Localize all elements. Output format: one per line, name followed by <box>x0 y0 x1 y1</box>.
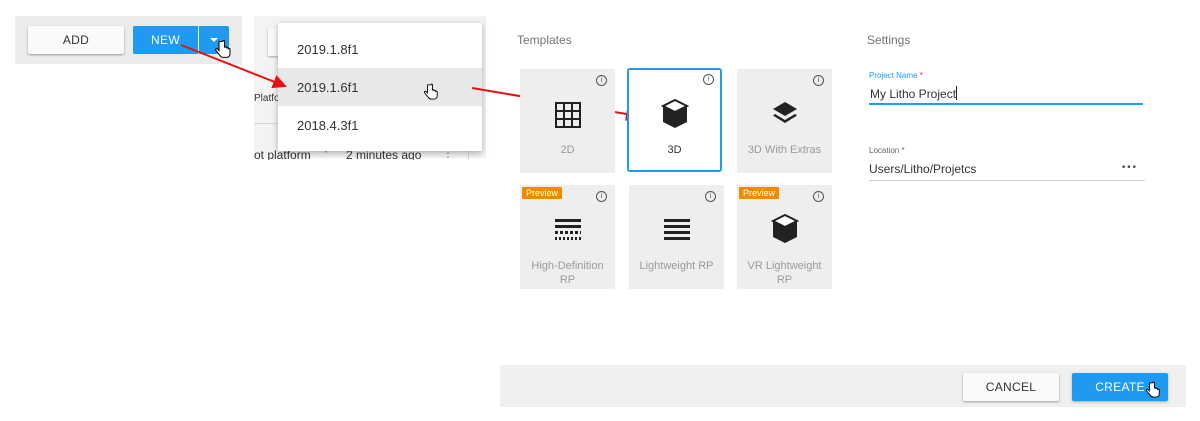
project-name-label: Project Name * <box>869 71 923 80</box>
location-label-text: Location <box>869 146 900 155</box>
lines-icon <box>663 219 690 240</box>
info-icon[interactable]: i <box>596 75 607 86</box>
settings-title: Settings <box>867 33 911 47</box>
templates-title: Templates <box>517 33 572 47</box>
template-tile-2d[interactable]: i 2D <box>520 69 615 173</box>
template-tile-high-definition-rp[interactable]: Preview i High-Definition RP <box>520 185 615 289</box>
required-marker: * <box>919 71 923 80</box>
cube-icon <box>660 98 689 128</box>
template-tile-3d[interactable]: i 3D <box>627 68 722 172</box>
template-label: 2D <box>560 144 575 156</box>
info-icon[interactable]: i <box>813 191 824 202</box>
project-name-label-text: Project Name <box>869 71 918 80</box>
info-icon[interactable]: i <box>703 74 714 85</box>
template-label: 3D <box>667 144 682 156</box>
info-icon[interactable]: i <box>596 191 607 202</box>
hand-cursor-icon <box>1146 381 1160 398</box>
project-name-input[interactable]: My Litho Project <box>870 86 958 101</box>
grid-icon <box>554 102 581 128</box>
cube-icon <box>770 213 799 243</box>
template-label: 3D With Extras <box>747 144 822 156</box>
template-tile-lightweight-rp[interactable]: i Lightweight RP <box>629 185 724 289</box>
hd-render-icon <box>554 219 581 240</box>
preview-badge: Preview <box>522 187 563 199</box>
preview-badge: Preview <box>739 187 780 199</box>
info-icon[interactable]: i <box>813 75 824 86</box>
location-input[interactable]: Users/Litho/Projetcs <box>869 162 976 176</box>
template-label: VR Lightweight RP <box>747 260 822 286</box>
project-name-underline <box>869 103 1143 105</box>
annotation-arrow <box>180 44 287 89</box>
template-label: Lightweight RP <box>639 260 714 272</box>
browse-location-button[interactable]: ••• <box>1121 163 1137 173</box>
text-caret <box>956 86 958 100</box>
required-marker: * <box>901 146 905 155</box>
info-icon[interactable]: i <box>705 191 716 202</box>
location-underline <box>869 180 1145 181</box>
template-label: High-Definition RP <box>531 260 604 286</box>
layers-icon <box>772 102 797 123</box>
template-tile-3d-with-extras[interactable]: i 3D With Extras <box>737 69 832 173</box>
template-tile-vr-lightweight-rp[interactable]: Preview i VR Lightweight RP <box>737 185 832 289</box>
cancel-button[interactable]: CANCEL <box>963 373 1059 401</box>
project-name-value: My Litho Project <box>870 87 957 101</box>
location-label: Location * <box>869 146 905 155</box>
